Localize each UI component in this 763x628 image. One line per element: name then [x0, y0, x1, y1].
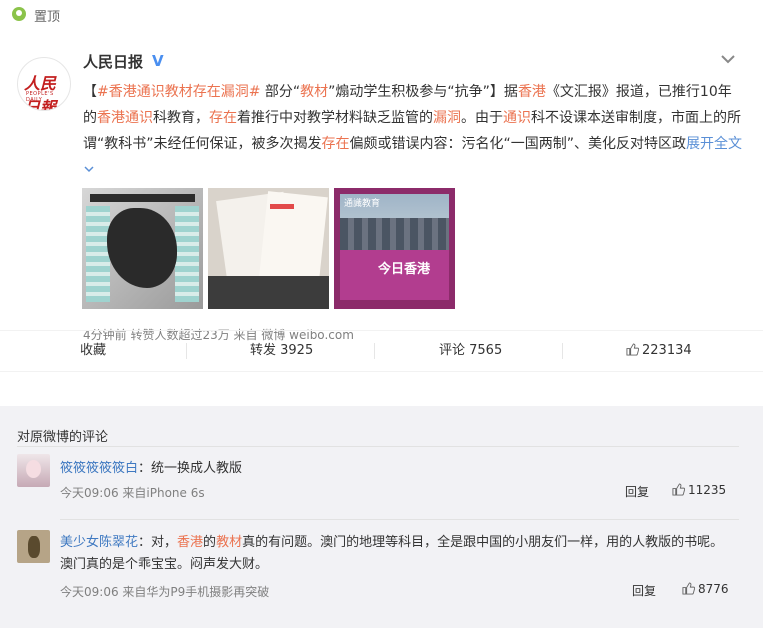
comment-like-button[interactable]: 8776	[682, 582, 729, 596]
keyword-highlight: 教材	[216, 535, 243, 550]
comment-divider	[60, 519, 739, 520]
comment-body: 美少女陈翠花：对，香港的教材真的有问题。澳门的地理等科目，全是跟中国的小朋友们一…	[60, 532, 745, 576]
keyword-highlight: 通识	[503, 110, 531, 126]
image-decor	[107, 208, 177, 288]
keyword-highlight: 香港通识	[97, 110, 153, 126]
comment-time: 今天09:06 来自iPhone 6s	[60, 486, 205, 500]
commenter-avatar[interactable]	[17, 454, 50, 487]
reply-button[interactable]: 回复	[625, 483, 649, 500]
reply-button[interactable]: 回复	[632, 582, 656, 599]
comment-like-count: 8776	[698, 582, 729, 596]
commenter-name[interactable]: 美少女陈翠花	[60, 535, 138, 550]
chevron-down-icon[interactable]	[719, 50, 737, 68]
verified-icon: V	[152, 52, 164, 70]
text-seg: 偏颇或错误内容：污名化“一国两制”、美化反对特区政	[349, 136, 687, 152]
post-text: 【#香港通识教材存在漏洞# 部分“教材”煽动学生积极参与“抗争”】据香港《文汇报…	[83, 79, 743, 183]
comment-text: 的	[203, 535, 217, 550]
comment-text: ：统一换成人教版	[138, 461, 243, 476]
image-decor	[175, 206, 199, 302]
thumbs-up-icon	[672, 483, 685, 496]
comment-text: ：对，	[138, 535, 178, 550]
comment-text: 澳门真的是个乖宝宝。闷声发大财。	[60, 557, 269, 572]
comment-time: 今天09:06 来自华为P9手机摄影再突破	[60, 585, 270, 599]
action-divider	[186, 343, 187, 359]
comment-text: 真的有问题。澳门的地理等科目，全是跟中国的小朋友们一样，用的人教版的书呢。	[242, 535, 724, 550]
author-avatar[interactable]: 人民日報 PEOPLE'S DAILY	[17, 57, 71, 111]
text-seg: 着推行中对教学材料缺乏监管的	[237, 110, 433, 126]
comments-title: 对原微博的评论	[17, 430, 109, 445]
collect-button[interactable]: 收藏	[80, 331, 106, 371]
pinned-indicator: 置顶	[0, 0, 763, 30]
repost-button[interactable]: 转发 3925	[250, 331, 313, 371]
image-decor	[208, 276, 329, 309]
comments-section: 对原微博的评论 筱筱筱筱筱白：统一换成人教版 今天09:06 来自iPhone …	[0, 406, 763, 628]
text-seg: ”煽动学生积极参与“抗争”】据	[328, 84, 518, 100]
image-decor	[90, 194, 195, 202]
text-seg: 科教育，	[153, 110, 209, 126]
text-seg: 【	[83, 84, 97, 100]
like-button[interactable]: 223134	[626, 331, 692, 371]
author-name[interactable]: 人民日报	[83, 51, 143, 72]
expand-label: 展开全文	[686, 136, 743, 152]
pinned-label: 置顶	[34, 10, 61, 25]
image-decor	[86, 206, 110, 302]
image-decor	[340, 218, 449, 250]
comment-body: 筱筱筱筱筱白：统一换成人教版	[60, 457, 242, 476]
comment-button[interactable]: 评论 7565	[439, 331, 502, 371]
post-image-2[interactable]	[208, 188, 329, 309]
text-seg: 。由于	[461, 110, 503, 126]
keyword-highlight: 存在	[209, 110, 237, 126]
commenter-name[interactable]: 筱筱筱筱筱白	[60, 461, 138, 476]
thumbs-up-icon	[626, 343, 639, 356]
comment-like-button[interactable]: 11235	[672, 483, 726, 497]
book-logo: 通識教育	[344, 199, 381, 209]
book-title: 今日香港	[378, 262, 431, 277]
comments-divider	[17, 446, 739, 447]
keyword-highlight: 香港	[517, 84, 546, 100]
like-count: 223134	[642, 343, 692, 358]
action-divider	[562, 343, 563, 359]
thumbs-up-icon	[682, 582, 695, 595]
post-image-1[interactable]	[82, 188, 203, 309]
keyword-highlight: 香港	[177, 535, 204, 550]
pin-icon	[12, 7, 26, 21]
chevron-down-icon	[84, 166, 94, 173]
keyword-highlight: 漏洞	[433, 110, 461, 126]
action-bar: 收藏 转发 3925 评论 7565 223134	[0, 330, 763, 372]
keyword-highlight: 教材	[300, 84, 329, 100]
post-image-3[interactable]: 通識教育 今日香港	[334, 188, 455, 309]
action-divider	[374, 343, 375, 359]
commenter-avatar[interactable]	[17, 530, 50, 563]
comment-like-count: 11235	[688, 483, 727, 497]
text-seg: 部分“	[260, 84, 301, 100]
keyword-highlight: 存在	[321, 136, 350, 152]
avatar-brand-en: PEOPLE'S DAILY	[26, 91, 54, 103]
image-decor	[270, 204, 294, 209]
topic-link[interactable]: #香港通识教材存在漏洞#	[97, 84, 260, 100]
